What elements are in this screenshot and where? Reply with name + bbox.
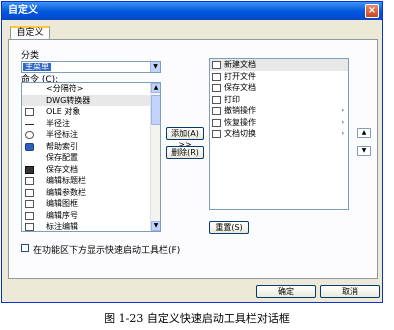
list-item-label: 帮助索引 — [46, 141, 78, 151]
list-item-label: 文档切换 — [224, 129, 256, 138]
list-item-label: 恢复操作 — [224, 117, 256, 127]
list-item-label: 打印 — [224, 94, 240, 104]
line-icon — [25, 123, 34, 125]
list-item[interactable]: <分隔符> — [22, 83, 160, 95]
add-button[interactable]: 添加(A) >> — [166, 127, 204, 149]
list-item-label: <分隔符> — [46, 84, 84, 93]
blank-icon — [25, 85, 34, 93]
list-item-label: DWG转换器 — [46, 95, 91, 105]
commands-list[interactable]: <分隔符> DWG转换器 OLE 对象 半径注半径标注帮助索引保存配置保存文档编辑标题… — [21, 82, 161, 232]
box-icon — [25, 211, 34, 220]
help-icon — [25, 142, 34, 151]
command-icon — [212, 107, 221, 115]
circle-icon — [25, 131, 34, 139]
command-icon — [212, 84, 221, 92]
box-icon — [25, 200, 34, 208]
list-item-label: 保存文档 — [224, 83, 256, 92]
scroll-thumb[interactable] — [151, 95, 160, 125]
ok-button[interactable]: 确定 — [256, 285, 316, 298]
box-icon — [25, 223, 34, 231]
reset-button[interactable]: 重置(S) — [209, 221, 249, 234]
list-item[interactable]: 半径注 — [22, 118, 160, 130]
list-item[interactable]: 帮助索引 — [22, 141, 160, 153]
list-item-label: 保存文档 — [46, 164, 78, 174]
box-icon — [25, 108, 34, 116]
remove-button[interactable]: 删除(R) — [166, 146, 204, 159]
category-selected-value: 主菜单 — [23, 62, 51, 71]
close-button[interactable]: × — [365, 4, 379, 18]
customize-dialog: 自定义 × 自定义 分类 主菜单 ▼ 命令 (C): <分隔符> DWG转换器 OL… — [1, 1, 383, 303]
list-item-label: 半径标注 — [46, 130, 78, 139]
list-item[interactable]: 半径标注 — [22, 129, 160, 141]
blank-icon — [25, 97, 34, 105]
command-icon — [212, 130, 221, 138]
figure-caption: 图 1-23 自定义快速启动工具栏对话框 — [104, 312, 290, 325]
show-below-ribbon-checkbox[interactable] — [21, 244, 29, 252]
list-item[interactable]: 编辑参数栏 — [22, 187, 160, 199]
list-item[interactable]: 打开文件 — [210, 71, 348, 83]
chevron-down-icon[interactable]: ▼ — [150, 62, 160, 72]
chevron-right-icon: › — [341, 130, 344, 137]
category-label: 分类 — [21, 51, 40, 61]
tab-panel: 分类 主菜单 ▼ 命令 (C): <分隔符> DWG转换器 OLE 对象 半径注 半径标… — [8, 39, 378, 279]
list-item-label: 保存配置 — [46, 153, 78, 162]
scroll-down-icon[interactable]: ▼ — [151, 221, 160, 231]
move-down-icon[interactable]: ▼ — [357, 146, 371, 156]
chevron-right-icon: › — [341, 107, 344, 114]
list-item[interactable]: 新建文档 — [210, 59, 348, 71]
list-item-label: 编辑序号 — [46, 210, 78, 220]
command-icon — [212, 118, 221, 127]
title-bar: 自定义 × — [2, 2, 382, 20]
list-item[interactable]: 保存文档 — [22, 164, 160, 176]
disk-icon — [25, 165, 34, 174]
list-item[interactable]: 文档切换 › — [210, 128, 348, 140]
tab-customize[interactable]: 自定义 — [10, 26, 50, 40]
list-item[interactable]: 标注编辑 — [22, 221, 160, 231]
toolbar-items-list[interactable]: 新建文档打开文件保存文档打印撤销操作 › 恢复操作 › 文档切换 › — [209, 58, 349, 210]
list-item-label: 半径注 — [46, 118, 70, 128]
commands-scrollbar[interactable]: ▲ ▼ — [150, 83, 160, 231]
chevron-right-icon: › — [341, 118, 344, 126]
list-item[interactable]: OLE 对象 — [22, 106, 160, 118]
list-item-label: 打开文件 — [224, 71, 256, 81]
list-item[interactable]: 打印 — [210, 94, 348, 106]
close-icon: × — [367, 5, 377, 16]
list-item-label: OLE 对象 — [46, 107, 81, 116]
list-item[interactable]: 保存文档 — [210, 82, 348, 94]
list-item-label: 新建文档 — [224, 60, 256, 69]
box-icon — [25, 177, 34, 185]
list-item[interactable]: DWG转换器 — [22, 94, 160, 106]
blank-icon — [25, 154, 34, 162]
box-icon — [25, 188, 34, 197]
list-item[interactable]: 恢复操作 › — [210, 117, 348, 129]
list-item[interactable]: 保存配置 — [22, 152, 160, 164]
list-item[interactable]: 撤销操作 › — [210, 105, 348, 117]
list-item[interactable]: 编辑图框 — [22, 198, 160, 210]
cancel-button[interactable]: 取消 — [320, 285, 380, 298]
list-item[interactable]: 编辑标题栏 — [22, 175, 160, 187]
list-item-label: 撤销操作 — [224, 106, 256, 115]
list-item-label: 编辑标题栏 — [46, 176, 86, 185]
list-item-label: 标注编辑 — [46, 222, 78, 231]
list-item-label: 编辑参数栏 — [46, 187, 86, 197]
list-item[interactable]: 编辑序号 — [22, 210, 160, 222]
move-up-icon[interactable]: ▲ — [357, 128, 371, 138]
command-icon — [212, 72, 221, 81]
dialog-title: 自定义 — [8, 5, 38, 16]
list-item-label: 编辑图框 — [46, 199, 78, 208]
scroll-up-icon[interactable]: ▲ — [151, 83, 160, 93]
show-below-ribbon-label: 在功能区下方显示快速启动工具栏(F) — [33, 246, 181, 256]
command-icon — [212, 61, 221, 69]
command-icon — [212, 95, 221, 104]
